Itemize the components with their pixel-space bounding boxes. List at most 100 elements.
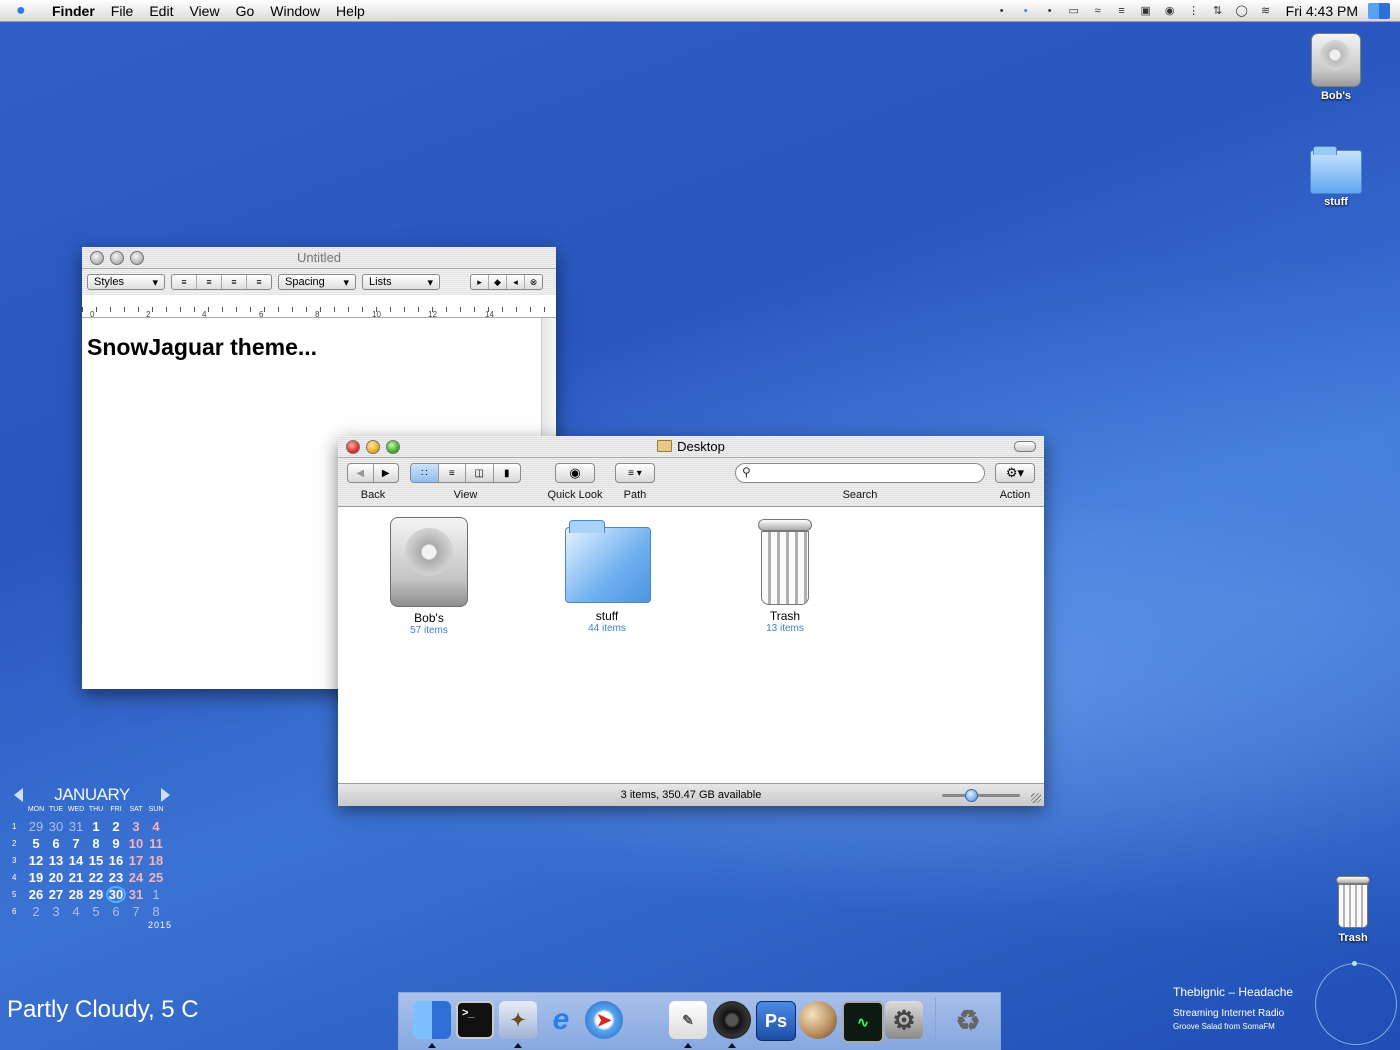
right-tab-icon[interactable]: ◂ <box>507 275 525 289</box>
textedit-titlebar[interactable]: Untitled <box>82 247 556 269</box>
cover-flow-icon[interactable]: ▮ <box>494 464 521 482</box>
action-button[interactable]: ⚙▾ <box>995 463 1035 483</box>
menu-finder[interactable]: Finder <box>44 3 103 19</box>
icon-view-icon[interactable]: ∷ <box>411 464 439 482</box>
terminal-icon[interactable]: >_ <box>456 1001 494 1039</box>
calendar-day[interactable]: 28 <box>66 886 86 903</box>
finder-item-trash[interactable]: Trash 13 items <box>725 517 845 634</box>
desktop-hard-drive[interactable]: Bob's <box>1296 33 1376 102</box>
menu-go[interactable]: Go <box>228 3 263 19</box>
calendar-day[interactable]: 16 <box>106 852 126 869</box>
trash-icon[interactable]: ♻ <box>949 1001 987 1039</box>
calendar-day[interactable]: 29 <box>86 886 106 903</box>
list-view-icon[interactable]: ≡ <box>439 464 466 482</box>
align-left-icon[interactable]: ≡ <box>172 275 197 289</box>
finder-titlebar[interactable]: Desktop <box>338 436 1044 458</box>
calendar-day[interactable]: 12 <box>26 852 46 869</box>
finder-icon[interactable] <box>413 1001 451 1039</box>
menu-view[interactable]: View <box>181 3 227 19</box>
bluetooth-icon[interactable]: ⇅ <box>1207 3 1229 19</box>
calendar-day[interactable]: 6 <box>106 903 126 920</box>
chat-icon[interactable]: ◯ <box>1231 3 1253 19</box>
calendar-day[interactable]: 19 <box>26 869 46 886</box>
menu-help[interactable]: Help <box>328 3 373 19</box>
photoshop-icon[interactable]: Ps <box>756 1001 796 1041</box>
calendar-day[interactable]: 10 <box>126 835 146 852</box>
calendar-day[interactable]: 7 <box>126 903 146 920</box>
calendar-day[interactable]: 30 <box>106 886 126 903</box>
back-arrow-icon[interactable]: ◀ <box>348 464 374 482</box>
align-right-icon[interactable]: ≡ <box>247 275 271 289</box>
desktop-folder-stuff[interactable]: stuff <box>1296 146 1376 208</box>
system-preferences-icon[interactable]: ⚙ <box>885 1001 923 1039</box>
display-menu-icon[interactable]: ▣ <box>1135 3 1157 19</box>
decimal-tab-icon[interactable]: ⊗ <box>525 275 542 289</box>
list-menu-icon[interactable]: ≡ <box>1111 3 1133 19</box>
forward-arrow-icon[interactable]: ▶ <box>374 464 399 482</box>
calendar-day[interactable]: 7 <box>66 835 86 852</box>
calendar-day[interactable]: 8 <box>146 903 166 920</box>
align-center-icon[interactable]: ≡ <box>197 275 222 289</box>
calendar-day[interactable]: 22 <box>86 869 106 886</box>
playback-ring[interactable] <box>1315 963 1397 1045</box>
menu-window[interactable]: Window <box>262 3 328 19</box>
calendar-day[interactable]: 5 <box>26 835 46 852</box>
calendar-day[interactable]: 14 <box>66 852 86 869</box>
column-view-icon[interactable]: ◫ <box>466 464 494 482</box>
calendar-day[interactable]: 26 <box>26 886 46 903</box>
resize-grip-icon[interactable] <box>1031 793 1041 803</box>
internet-explorer-icon[interactable]: e <box>542 1001 580 1039</box>
activity-monitor-icon[interactable]: ∿ <box>842 1001 884 1043</box>
graph-icon[interactable]: ≈ <box>1087 3 1109 19</box>
dot-icon[interactable]: • <box>991 3 1013 19</box>
calendar-day[interactable]: 23 <box>106 869 126 886</box>
finder-menu-icon[interactable] <box>1368 2 1390 19</box>
center-tab-icon[interactable]: ◆ <box>489 275 507 289</box>
planet-icon[interactable] <box>799 1001 837 1039</box>
search-field[interactable]: ⚲ <box>735 463 985 483</box>
calendar-day[interactable]: 6 <box>46 835 66 852</box>
document-text[interactable]: SnowJaguar theme... <box>87 334 317 361</box>
next-month-icon[interactable] <box>160 788 170 802</box>
wifi-icon[interactable]: ≋ <box>1255 3 1277 19</box>
path-button[interactable]: ≡ ▾ <box>615 463 655 483</box>
status-light-icon[interactable]: ⋮ <box>1183 3 1205 19</box>
apple-menu-icon[interactable]: ● <box>16 2 34 20</box>
calendar-day[interactable]: 27 <box>46 886 66 903</box>
styles-popup[interactable]: Styles ▾ <box>87 274 165 290</box>
quick-look-button[interactable]: ◉ <box>555 463 595 483</box>
textedit-icon[interactable]: ✎ <box>669 1001 707 1039</box>
menu-edit[interactable]: Edit <box>141 3 181 19</box>
left-tab-icon[interactable]: ▸ <box>471 275 489 289</box>
calendar-day[interactable]: 13 <box>46 852 66 869</box>
finder-item-hard-drive[interactable]: Bob's 57 items <box>369 517 489 636</box>
menu-file[interactable]: File <box>103 3 142 19</box>
dot-active-icon[interactable]: • <box>1015 3 1037 19</box>
calendar-day[interactable]: 4 <box>146 818 166 835</box>
icon-size-slider[interactable] <box>942 789 1020 802</box>
drive-menu-icon[interactable]: ◉ <box>1159 3 1181 19</box>
calendar-day[interactable]: 29 <box>26 818 46 835</box>
calendar-day[interactable]: 2 <box>26 903 46 920</box>
calendar-day[interactable]: 25 <box>146 869 166 886</box>
calendar-day[interactable]: 24 <box>126 869 146 886</box>
calendar-day[interactable]: 4 <box>66 903 86 920</box>
lists-popup[interactable]: Lists ▾ <box>362 274 440 290</box>
calendar-day[interactable]: 8 <box>86 835 106 852</box>
playback-position-dot[interactable] <box>1352 961 1357 966</box>
calendar-day[interactable]: 3 <box>46 903 66 920</box>
align-justify-icon[interactable]: ≡ <box>222 275 247 289</box>
calendar-day[interactable]: 11 <box>146 835 166 852</box>
toolbar-toggle-button[interactable] <box>1014 441 1036 452</box>
spacing-popup[interactable]: Spacing ▾ <box>278 274 356 290</box>
calendar-day[interactable]: 31 <box>66 818 86 835</box>
finder-item-stuff[interactable]: stuff 44 items <box>547 517 667 634</box>
previous-month-icon[interactable] <box>14 788 23 802</box>
calendar-day[interactable]: 21 <box>66 869 86 886</box>
calendar-day[interactable]: 3 <box>126 818 146 835</box>
calendar-day[interactable]: 5 <box>86 903 106 920</box>
calendar-day[interactable]: 30 <box>46 818 66 835</box>
ruler[interactable]: 0 2 4 6 8 10 12 14 <box>82 295 556 319</box>
calendar-day[interactable]: 15 <box>86 852 106 869</box>
calendar-day[interactable]: 9 <box>106 835 126 852</box>
